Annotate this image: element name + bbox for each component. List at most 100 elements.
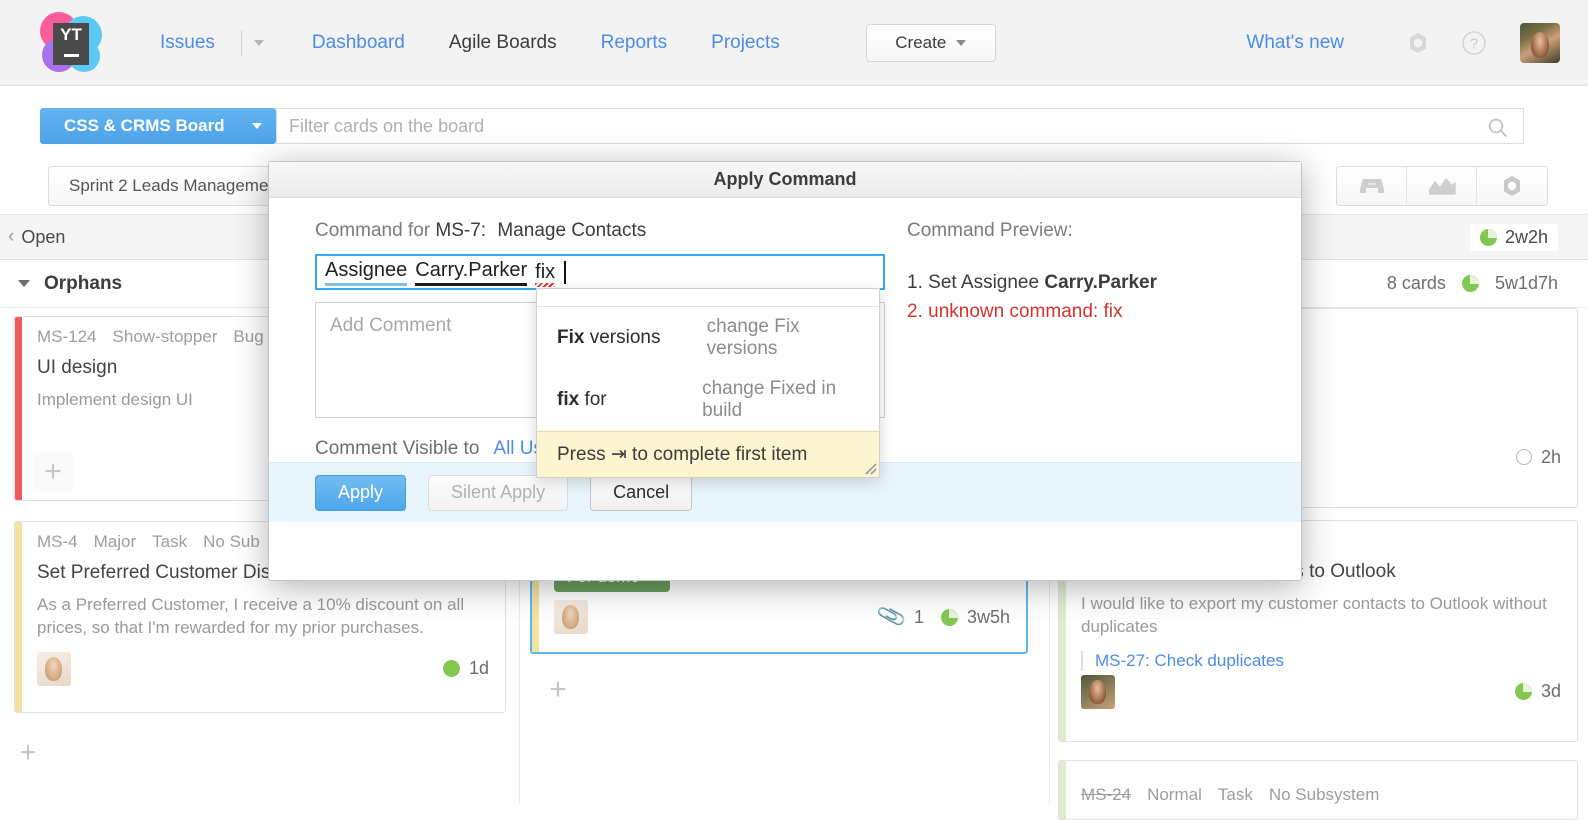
command-issue-title: Manage Contacts [497, 220, 646, 241]
preview-item-2: 2. unknown command: fix [907, 297, 1267, 326]
nav-item-reports[interactable]: Reports [579, 32, 690, 54]
nav-item-agile-boards[interactable]: Agile Boards [427, 32, 579, 54]
chevron-down-icon [252, 123, 262, 129]
assignee-avatar[interactable] [1081, 675, 1115, 709]
card-priority: Major [94, 532, 137, 552]
dialog-title-bar: Apply Command [269, 162, 1301, 198]
add-card-button-column-1[interactable]: + [8, 733, 48, 773]
card-id[interactable]: MS-24 [1081, 785, 1131, 805]
settings-gear-button[interactable] [1390, 29, 1446, 57]
apply-button[interactable]: Apply [315, 475, 406, 511]
autocomplete-item-fix-for[interactable]: fix for change Fixed in build [537, 369, 879, 431]
column-estimate-value: 2w2h [1505, 227, 1548, 248]
filter-input[interactable]: Filter cards on the board [276, 108, 1524, 144]
top-navigation-bar: YT Issues Dashboard Agile Boards Reports… [0, 0, 1588, 86]
nav-separator [241, 30, 242, 56]
column-estimate: 2w2h [1470, 224, 1558, 251]
pie-icon [1515, 683, 1532, 700]
swimlane-estimate: 5w1d7h [1495, 273, 1558, 294]
preview-item-1-number: 1. [907, 272, 923, 293]
card-priority-stripe [15, 522, 22, 712]
pie-icon [1480, 229, 1497, 246]
search-icon[interactable] [1487, 117, 1509, 144]
nav-item-dashboard[interactable]: Dashboard [290, 32, 427, 54]
whats-new-link[interactable]: What's new [1246, 32, 1344, 54]
avatar[interactable] [1520, 23, 1560, 63]
nav-item-issues[interactable]: Issues [138, 32, 237, 54]
chart-icon [1427, 175, 1457, 197]
add-card-button[interactable]: + [33, 452, 73, 492]
swimlane-collapse-icon[interactable] [18, 280, 30, 287]
card-estimate-value: 3d [1541, 681, 1561, 702]
gear-icon [1499, 173, 1525, 199]
attachment-count: 1 [914, 607, 924, 628]
command-preview-list: 1. Set Assignee Carry.Parker 2. unknown … [907, 268, 1267, 327]
autocomplete-item-name-rest: versions [584, 327, 660, 348]
chart-button[interactable] [1407, 167, 1477, 205]
command-input[interactable]: Assignee Carry.Parker fix [315, 254, 885, 290]
board-selector[interactable]: CSS & CRMS Board [40, 108, 276, 144]
card-footer: 1d [37, 652, 489, 686]
nav-links: Issues Dashboard Agile Boards Reports Pr… [138, 30, 802, 56]
pie-icon [443, 660, 460, 677]
swimlane-card-count: 8 cards [1387, 273, 1446, 294]
card-priority: Normal [1147, 785, 1202, 805]
preview-item-1: 1. Set Assignee Carry.Parker [907, 268, 1267, 297]
youtrack-logo[interactable]: YT [40, 12, 102, 74]
add-card-button-column-2[interactable]: + [538, 670, 578, 710]
board-tool-icons [1336, 166, 1548, 206]
command-token-value: Carry.Parker [415, 259, 527, 286]
preview-item-2-text: unknown command: fix [928, 301, 1122, 322]
card-type: Task [1218, 785, 1253, 805]
filter-placeholder: Filter cards on the board [289, 116, 484, 137]
archive-icon [1358, 174, 1386, 198]
chevron-left-icon[interactable]: ‹ [8, 226, 14, 248]
board-selector-label: CSS & CRMS Board [64, 116, 225, 136]
card-ms-24[interactable]: MS-24 Normal Task No Subsystem [1058, 760, 1578, 820]
card-type: Task [152, 532, 187, 552]
svg-text:?: ? [1470, 35, 1478, 52]
autocomplete-item-name: Fix versions [557, 327, 707, 349]
logo-dash [64, 54, 79, 57]
board-settings-button[interactable] [1477, 167, 1547, 205]
silent-apply-button[interactable]: Silent Apply [428, 475, 568, 511]
card-estimate-value: 3w5h [967, 607, 1010, 628]
logo-text: YT [60, 26, 82, 43]
card-estimate: 1d [443, 658, 489, 679]
autocomplete-hint-text: Press ⇥ to complete first item [557, 444, 807, 465]
logo-square: YT [53, 23, 89, 65]
column-open[interactable]: ‹ Open [8, 226, 65, 248]
nav-item-projects[interactable]: Projects [689, 32, 802, 54]
resize-handle[interactable] [861, 459, 877, 475]
card-stats: 📎 1 3w5h [879, 605, 1010, 629]
cancel-button[interactable]: Cancel [590, 475, 692, 511]
autocomplete-item-fix-versions[interactable]: Fix versions change Fix versions [537, 307, 879, 369]
comment-visibility-label: Comment Visible to [315, 438, 479, 460]
card-id[interactable]: MS-4 [37, 532, 78, 552]
preview-item-2-number: 2. [907, 301, 923, 322]
dialog-title: Apply Command [713, 169, 856, 190]
card-estimate-value: 2h [1541, 447, 1561, 468]
issues-chevron-down-icon[interactable] [254, 40, 264, 46]
card-footer: 3d [1081, 675, 1561, 709]
card-linked-issue[interactable]: MS-27: Check duplicates [1081, 651, 1561, 671]
empty-circle-icon [1516, 449, 1532, 465]
card-footer: 📎 1 3w5h [554, 600, 1010, 634]
autocomplete-item-name-bold: fix [557, 389, 579, 410]
card-id[interactable]: MS-124 [37, 327, 97, 347]
preview-item-1-bold: Carry.Parker [1044, 272, 1157, 293]
card-meta: MS-24 Normal Task No Subsystem [1081, 785, 1561, 805]
assignee-avatar[interactable] [37, 652, 71, 686]
help-button[interactable]: ? [1446, 29, 1502, 57]
chevron-down-icon [956, 40, 966, 46]
gear-icon [1404, 29, 1432, 57]
pie-icon [1462, 275, 1479, 292]
preview-item-1-text: Set Assignee [928, 272, 1044, 293]
command-autocomplete-popup: Fix versions change Fix versions fix for… [536, 288, 880, 478]
create-button[interactable]: Create [866, 24, 996, 62]
card-estimate: 2h [1516, 447, 1561, 468]
assignee-avatar[interactable] [554, 600, 588, 634]
help-icon: ? [1460, 29, 1488, 57]
card-description: I would like to export my customer conta… [1081, 593, 1561, 639]
archive-button[interactable] [1337, 167, 1407, 205]
